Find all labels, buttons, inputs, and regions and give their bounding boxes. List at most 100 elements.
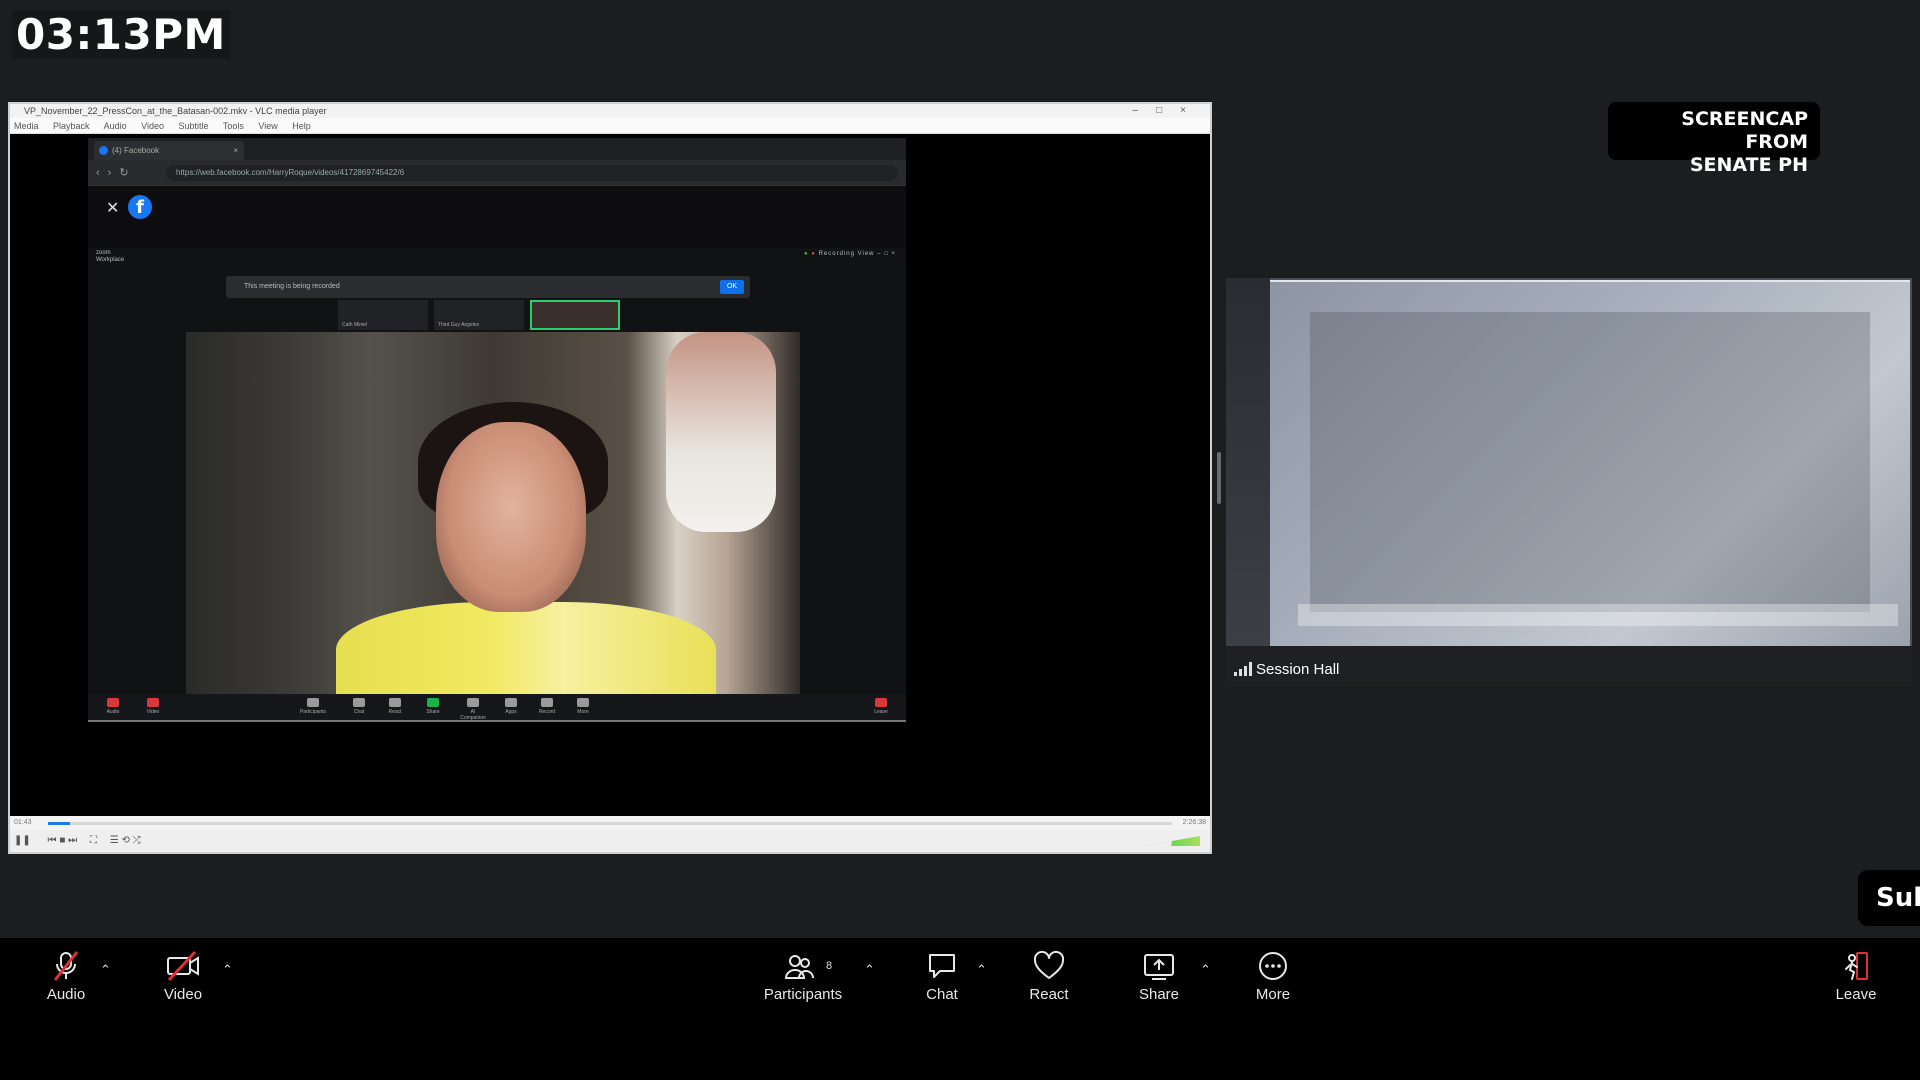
camera-off-icon bbox=[147, 698, 159, 707]
inner-participants[interactable]: Participants bbox=[298, 698, 328, 715]
participants-button[interactable]: Participants bbox=[760, 950, 846, 1003]
leave-label: Leave bbox=[1835, 986, 1877, 1003]
vlc-time-total: 2:26:38 bbox=[1182, 819, 1206, 826]
clock-overlay: 03:13PM bbox=[12, 10, 230, 59]
browser-nav-icons[interactable]: ‹›↻ bbox=[96, 166, 137, 179]
fullscreen-icon[interactable]: ⛶ bbox=[90, 835, 97, 846]
volume-slider[interactable] bbox=[1144, 836, 1200, 846]
vlc-titlebar: VP_November_22_PressCon_at_the_Batasan-0… bbox=[10, 104, 1210, 118]
zoom-brand-line1: zoom bbox=[96, 250, 111, 256]
zoom-brand-line2: Workplace bbox=[96, 257, 125, 263]
notice-ok-button[interactable]: OK bbox=[720, 280, 744, 294]
browser-tab-title: (4) Facebook bbox=[112, 146, 160, 155]
menu-playback[interactable]: Playback bbox=[53, 121, 90, 131]
participants-options-chevron-up-icon[interactable]: ⌃ bbox=[864, 962, 875, 978]
thumbnail-1[interactable]: Cath Miniel bbox=[338, 300, 428, 330]
playlist-icon[interactable]: ☰ bbox=[110, 835, 119, 846]
menu-help[interactable]: Help bbox=[292, 121, 311, 131]
video-options-chevron-up-icon[interactable]: ⌃ bbox=[222, 962, 233, 978]
audio-options-chevron-up-icon[interactable]: ⌃ bbox=[100, 962, 111, 978]
recording-label: Recording bbox=[818, 251, 855, 257]
inner-share[interactable]: Share bbox=[418, 698, 448, 715]
vlc-time-elapsed: 01:43 bbox=[14, 819, 32, 826]
camera-off-icon bbox=[167, 950, 199, 982]
react-button[interactable]: React bbox=[1024, 950, 1074, 1003]
vlc-menubar: Media Playback Audio Video Subtitle Tool… bbox=[10, 118, 1210, 134]
more-label: More bbox=[1255, 986, 1291, 1003]
video-button[interactable]: Video bbox=[158, 950, 208, 1003]
thumbnail-2[interactable]: Third Guy Angeles bbox=[434, 300, 524, 330]
next-icon[interactable]: ⏭ bbox=[68, 835, 77, 846]
inner-label: Leave bbox=[874, 709, 888, 715]
split-resize-handle[interactable] bbox=[1217, 452, 1221, 504]
browser-tabstrip: (4) Facebook × bbox=[88, 138, 906, 160]
chat-button[interactable]: Chat bbox=[920, 950, 964, 1003]
chat-icon bbox=[929, 954, 955, 978]
inner-video[interactable]: Video bbox=[138, 698, 168, 715]
inner-more[interactable]: More bbox=[568, 698, 598, 715]
prev-icon[interactable]: ⏮ bbox=[48, 835, 57, 846]
chat-options-chevron-up-icon[interactable]: ⌃ bbox=[976, 962, 987, 978]
shield-icon: ● bbox=[803, 251, 809, 257]
zoom-meeting-window: 03:13PM VP_November_22_PressCon_at_the_B… bbox=[0, 0, 1920, 1080]
participants-icon bbox=[784, 955, 814, 979]
more-icon bbox=[577, 698, 589, 707]
leave-button[interactable]: Leave bbox=[1834, 950, 1878, 1003]
vlc-title: VP_November_22_PressCon_at_the_Batasan-0… bbox=[24, 106, 327, 116]
more-button[interactable]: More bbox=[1250, 950, 1296, 1003]
projected-taskbar bbox=[1298, 604, 1898, 626]
vlc-progress-fill bbox=[48, 822, 71, 825]
browser-tab[interactable]: (4) Facebook × bbox=[94, 141, 244, 160]
vlc-seekbar[interactable]: 01:43 2:26:38 bbox=[10, 816, 1210, 830]
inner-ai-companion[interactable]: AI Companion bbox=[458, 698, 488, 721]
heart-icon bbox=[1033, 950, 1065, 979]
menu-view[interactable]: View bbox=[258, 121, 277, 131]
audio-button[interactable]: Audio bbox=[44, 950, 88, 1003]
inner-label: More bbox=[577, 709, 589, 715]
thumbnail-active[interactable] bbox=[530, 300, 620, 330]
vlc-progress-track[interactable] bbox=[48, 822, 1172, 825]
inner-record[interactable]: Record bbox=[532, 698, 562, 715]
inner-react[interactable]: React bbox=[380, 698, 410, 715]
menu-media[interactable]: Media bbox=[14, 121, 39, 131]
menu-video[interactable]: Video bbox=[141, 121, 164, 131]
share-button[interactable]: Share bbox=[1136, 950, 1182, 1003]
mic-muted-icon bbox=[53, 951, 79, 981]
shuffle-icon[interactable]: ⤮ bbox=[133, 835, 141, 846]
meeting-toolbar: Audio ⌃ Video ⌃ Participants 8 ⌃ Chat ⌃ … bbox=[0, 938, 1920, 1080]
inner-chat[interactable]: Chat bbox=[344, 698, 374, 715]
projector-screen bbox=[1270, 280, 1910, 646]
browser-addressbar: ‹›↻ https://web.facebook.com/HarryRoque/… bbox=[88, 160, 906, 186]
menu-subtitle[interactable]: Subtitle bbox=[179, 121, 209, 131]
share-icon bbox=[427, 698, 439, 707]
subtitle-tab[interactable]: Sub bbox=[1858, 870, 1920, 926]
inner-label: Participants bbox=[299, 709, 327, 715]
chat-icon bbox=[353, 698, 365, 707]
share-screen-icon bbox=[1144, 954, 1174, 980]
video-label: Video bbox=[163, 986, 203, 1003]
browser-url[interactable]: https://web.facebook.com/HarryRoque/vide… bbox=[166, 165, 898, 181]
zoom-inner-brand: zoom Workplace bbox=[96, 250, 124, 264]
share-options-chevron-up-icon[interactable]: ⌃ bbox=[1200, 962, 1211, 978]
menu-tools[interactable]: Tools bbox=[223, 121, 244, 131]
leave-icon bbox=[1845, 952, 1868, 980]
view-label[interactable]: View bbox=[858, 251, 875, 257]
watermark-line2: SENATE PH bbox=[1689, 154, 1808, 176]
audio-label: Audio bbox=[46, 986, 86, 1003]
zoom-inner-topbar: zoom Workplace ● ● Recording View – □ × bbox=[88, 248, 906, 266]
window-controls-icon: – □ × bbox=[877, 251, 896, 257]
pause-icon[interactable]: ❚❚ bbox=[14, 835, 31, 846]
inner-audio[interactable]: Audio bbox=[98, 698, 128, 715]
apps-icon bbox=[505, 698, 517, 707]
room-wall bbox=[1226, 278, 1270, 682]
inner-apps[interactable]: Apps bbox=[496, 698, 526, 715]
shared-screen: VP_November_22_PressCon_at_the_Batasan-0… bbox=[8, 102, 1212, 854]
stop-icon[interactable]: ■ bbox=[59, 835, 65, 846]
participant-tile-session-hall[interactable]: Session Hall bbox=[1226, 278, 1912, 682]
close-tab-icon[interactable]: × bbox=[233, 141, 238, 160]
inner-leave[interactable]: Leave bbox=[866, 698, 896, 715]
close-icon[interactable]: ✕ bbox=[106, 198, 119, 218]
menu-audio[interactable]: Audio bbox=[104, 121, 127, 131]
loop-icon[interactable]: ⟲ bbox=[121, 835, 129, 846]
browser-window: (4) Facebook × ‹›↻ https://web.facebook.… bbox=[88, 138, 906, 722]
